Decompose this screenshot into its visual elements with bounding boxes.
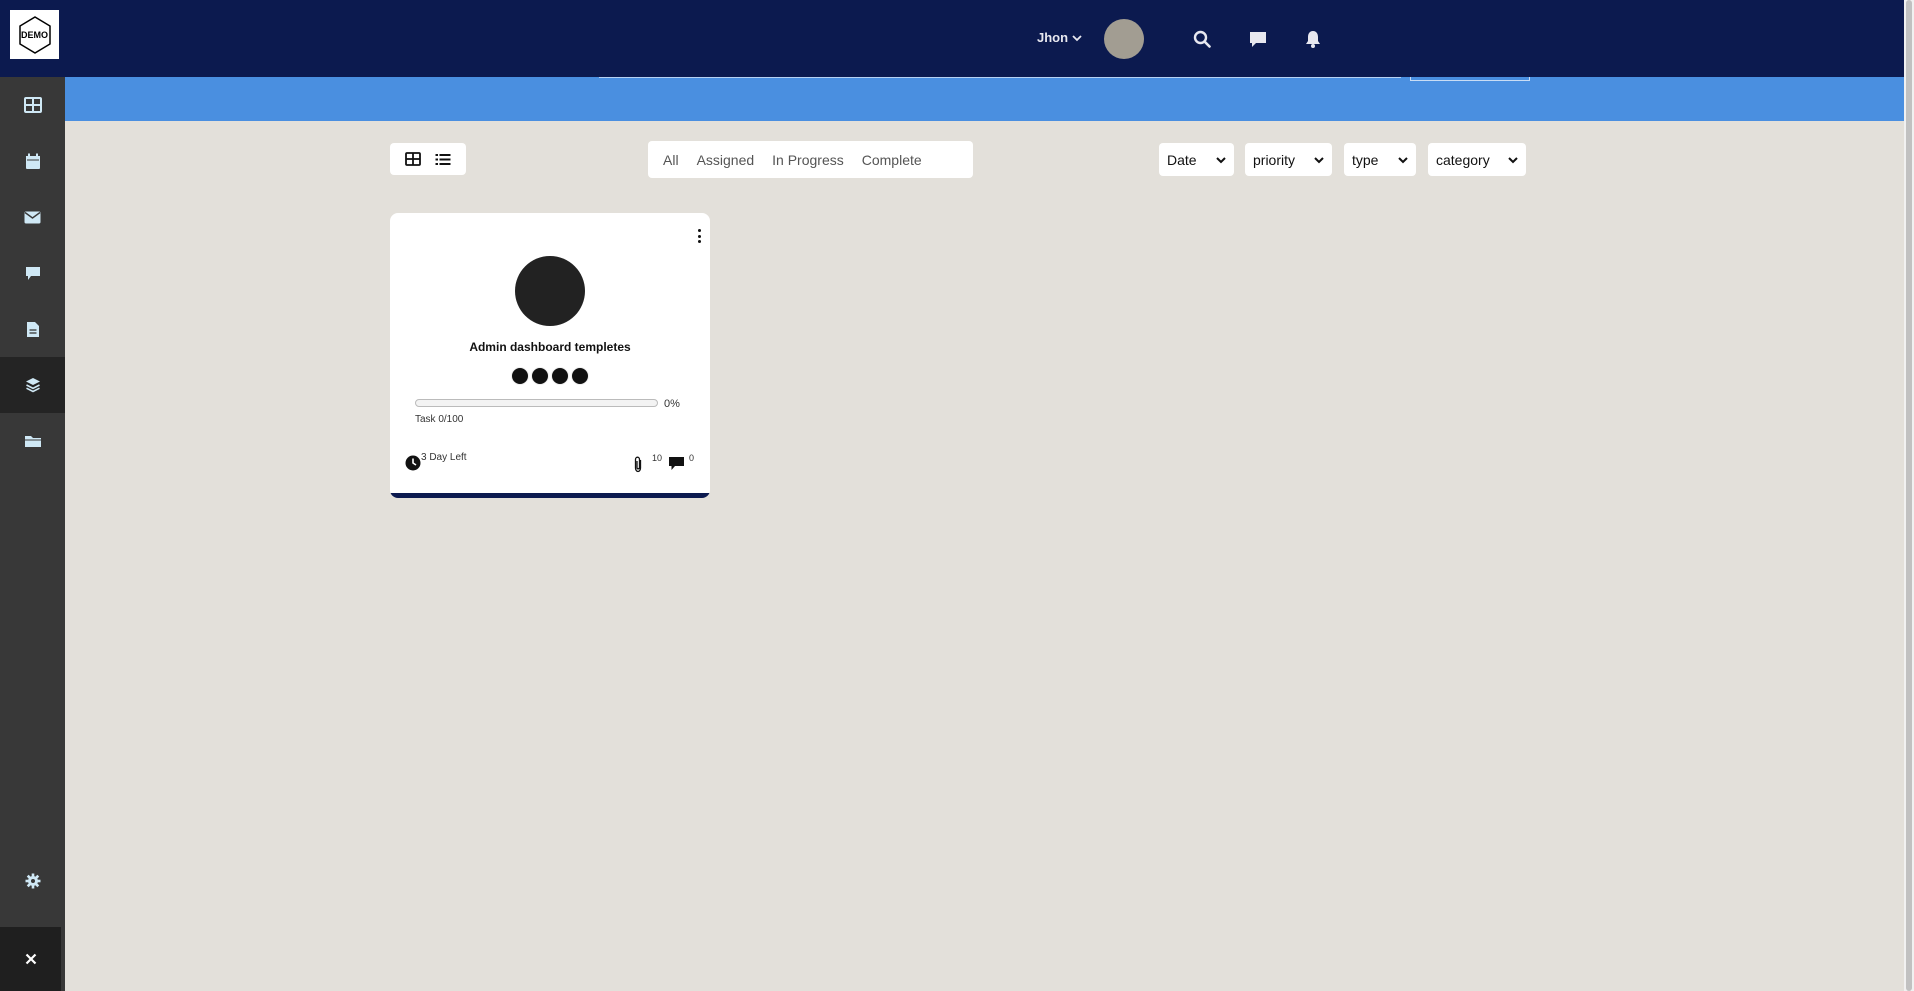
tab-all[interactable]: All xyxy=(654,152,688,168)
member-avatars xyxy=(511,367,589,385)
dashboard-icon xyxy=(23,97,42,113)
sidebar-item-files[interactable] xyxy=(0,413,65,469)
date-filter-select[interactable]: Date xyxy=(1159,143,1234,176)
gear-icon xyxy=(25,873,40,889)
banner-button-edge xyxy=(1410,77,1530,81)
sidebar-close-button[interactable] xyxy=(0,927,61,991)
bell-icon[interactable] xyxy=(1303,29,1323,49)
tab-assigned[interactable]: Assigned xyxy=(688,152,764,168)
mail-icon xyxy=(24,211,41,223)
type-filter-select[interactable]: type xyxy=(1344,143,1416,176)
view-toggle xyxy=(390,143,466,175)
card-menu-button[interactable] xyxy=(693,227,705,245)
calendar-icon xyxy=(25,153,40,169)
status-tabs: All Assigned In Progress Complete xyxy=(648,141,973,178)
paperclip-icon[interactable] xyxy=(632,456,644,473)
tab-in-progress[interactable]: In Progress xyxy=(763,152,853,168)
priority-filter-select[interactable]: priority xyxy=(1245,143,1332,176)
member-avatar[interactable] xyxy=(571,367,589,385)
tab-complete[interactable]: Complete xyxy=(853,152,931,168)
header-banner xyxy=(65,77,1904,121)
chevron-down-icon xyxy=(1508,156,1518,163)
card-accent-bar xyxy=(390,493,710,498)
sidebar-item-dashboard[interactable] xyxy=(0,77,65,133)
user-avatar[interactable] xyxy=(1104,19,1144,59)
layers-icon xyxy=(25,378,40,393)
date-filter-value: Date xyxy=(1167,151,1197,168)
clock-icon xyxy=(405,455,421,471)
page-scrollbar[interactable] xyxy=(1904,0,1914,991)
time-left: 3 Day Left xyxy=(421,452,467,463)
member-avatar[interactable] xyxy=(551,367,569,385)
grid-icon xyxy=(405,152,421,166)
list-view-button[interactable] xyxy=(433,149,453,169)
list-icon xyxy=(435,153,451,165)
logo-text: DEMO xyxy=(21,29,48,40)
comment-count: 0 xyxy=(689,453,695,463)
member-avatar[interactable] xyxy=(531,367,549,385)
member-avatar[interactable] xyxy=(511,367,529,385)
sidebar-item-documents[interactable] xyxy=(0,301,65,357)
progress-percent: 0% xyxy=(664,398,680,410)
grid-view-button[interactable] xyxy=(403,149,423,169)
sidebar-item-chat[interactable] xyxy=(0,245,65,301)
top-bar: DEMO Jhon xyxy=(0,0,1904,77)
category-filter-select[interactable]: category xyxy=(1428,143,1526,176)
type-filter-value: type xyxy=(1352,151,1379,168)
progress-bar xyxy=(415,399,658,407)
sidebar-item-settings[interactable] xyxy=(0,853,65,909)
comment-icon[interactable] xyxy=(668,456,685,471)
category-filter-value: category xyxy=(1436,151,1490,168)
user-menu[interactable]: Jhon xyxy=(1037,30,1082,45)
project-avatar xyxy=(515,256,585,326)
folder-icon xyxy=(24,436,41,447)
chevron-down-icon xyxy=(1072,34,1082,41)
chevron-down-icon xyxy=(1216,156,1226,163)
task-count: Task 0/100 xyxy=(415,414,464,425)
sidebar-item-mail[interactable] xyxy=(0,189,65,245)
chat-icon xyxy=(25,266,40,280)
scrollbar-thumb[interactable] xyxy=(1906,0,1912,991)
user-name: Jhon xyxy=(1037,30,1069,45)
close-icon xyxy=(25,953,36,965)
project-title: Admin dashboard templetes xyxy=(469,340,631,354)
priority-filter-value: priority xyxy=(1253,151,1296,168)
sidebar xyxy=(0,77,65,991)
sidebar-item-calendar[interactable] xyxy=(0,133,65,189)
sidebar-item-projects[interactable] xyxy=(0,357,65,413)
chevron-down-icon xyxy=(1398,156,1408,163)
project-card[interactable]: Admin dashboard templetes 0% Task 0/100 … xyxy=(390,213,710,498)
banner-search-edge xyxy=(599,77,1401,78)
chevron-down-icon xyxy=(1314,156,1324,163)
attachment-count: 10 xyxy=(652,453,663,463)
search-icon[interactable] xyxy=(1192,29,1212,49)
app-logo[interactable]: DEMO xyxy=(10,10,59,59)
document-icon xyxy=(26,321,39,337)
chat-icon[interactable] xyxy=(1248,29,1268,49)
